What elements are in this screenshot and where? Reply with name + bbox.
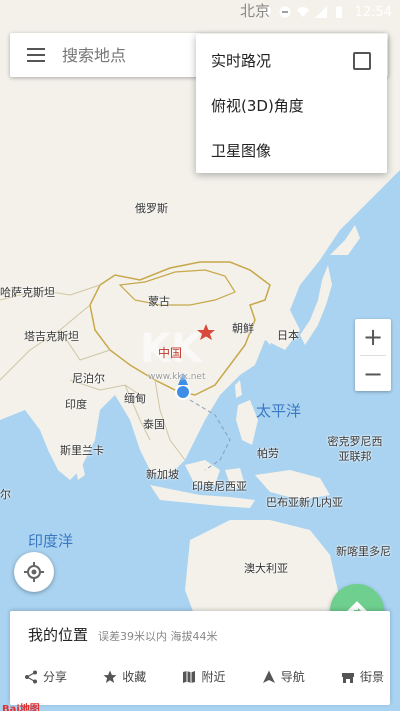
overflow-menu: 实时路况 俯视(3D)角度 卫星图像: [196, 34, 387, 173]
menu-item-3d-view[interactable]: 俯视(3D)角度: [196, 83, 387, 128]
label-thailand: 泰国: [143, 418, 165, 431]
label-micronesia: 密克罗尼西亚联邦: [327, 435, 383, 463]
label-indian-ocean: 印度洋: [28, 532, 74, 550]
menu-item-traffic-label: 实时路况: [211, 52, 272, 70]
share-button[interactable]: 分享: [24, 668, 67, 685]
label-kazakhstan: 哈萨克斯坦: [0, 286, 55, 299]
traffic-checkbox[interactable]: [353, 51, 371, 70]
label-png: 巴布亚新几内亚: [266, 496, 343, 509]
my-location-button[interactable]: [14, 552, 54, 592]
share-icon: [25, 670, 37, 683]
label-north-korea: 朝鲜: [232, 322, 254, 335]
street-view-button[interactable]: 街景: [341, 668, 384, 685]
street-view-icon: [341, 672, 354, 683]
menu-item-satellite[interactable]: 卫星图像: [196, 128, 387, 173]
nearby-label: 附近: [201, 670, 226, 684]
label-mongolia: 蒙古: [148, 295, 170, 308]
label-myanmar: 缅甸: [124, 392, 146, 405]
search-input[interactable]: [62, 45, 182, 65]
dnd-icon: [279, 6, 291, 18]
label-russia: 俄罗斯: [135, 202, 168, 215]
label-sri-lanka: 斯里兰卡: [60, 444, 104, 457]
zoom-in-button[interactable]: +: [355, 319, 391, 355]
share-label: 分享: [43, 670, 68, 684]
status-time: 12:54: [354, 4, 392, 20]
label-india: 印度: [65, 398, 87, 411]
navigation-button[interactable]: 导航: [262, 668, 305, 685]
navigation-icon: [262, 670, 275, 683]
label-pacific: 太平洋: [256, 402, 302, 420]
navigation-label: 导航: [280, 670, 305, 684]
menu-item-satellite-label: 卫星图像: [211, 142, 272, 160]
label-australia: 澳大利亚: [244, 562, 288, 575]
wifi-icon: [296, 7, 309, 17]
location-card-header: 我的位置 误差39米以内 海拔44米: [28, 624, 218, 645]
location-actions: 分享 收藏 附近 导航 街景: [24, 668, 384, 685]
crosshair-icon: [24, 562, 44, 582]
label-ir-partial: 尔: [0, 488, 11, 501]
status-bar: 北京 12:54: [0, 0, 400, 24]
battery-icon: [335, 6, 342, 18]
label-palau: 帕劳: [257, 447, 279, 460]
favorite-label: 收藏: [122, 670, 147, 684]
menu-item-3d-view-label: 俯视(3D)角度: [211, 97, 304, 115]
location-detail: 误差39米以内 海拔44米: [98, 630, 218, 643]
label-tajikistan: 塔吉克斯坦: [24, 330, 79, 343]
map-icon: [183, 670, 196, 683]
label-nepal: 尼泊尔: [72, 372, 105, 385]
location-card: 我的位置 误差39米以内 海拔44米 分享 收藏 附近 导航 街景: [10, 611, 390, 705]
watermark-text: www.kkx.net: [148, 372, 206, 382]
label-indonesia: 印度尼西亚: [192, 480, 247, 493]
label-japan: 日本: [277, 329, 299, 342]
star-icon: [103, 670, 117, 683]
label-new-caledonia: 新喀里多尼: [336, 545, 391, 558]
hamburger-menu-icon[interactable]: [10, 33, 62, 77]
baidu-logo: Bai地图: [2, 704, 40, 711]
favorite-button[interactable]: 收藏: [103, 668, 146, 685]
street-view-label: 街景: [359, 670, 384, 684]
status-bg-city: 北京: [240, 2, 271, 20]
nearby-button[interactable]: 附近: [182, 668, 225, 685]
signal-icon: [314, 6, 327, 18]
location-title: 我的位置: [28, 626, 89, 644]
label-singapore: 新加坡: [146, 468, 179, 481]
menu-item-traffic[interactable]: 实时路况: [196, 38, 387, 83]
zoom-out-button[interactable]: −: [355, 356, 391, 392]
label-china: 中国: [158, 346, 183, 360]
zoom-control: + −: [355, 319, 391, 391]
